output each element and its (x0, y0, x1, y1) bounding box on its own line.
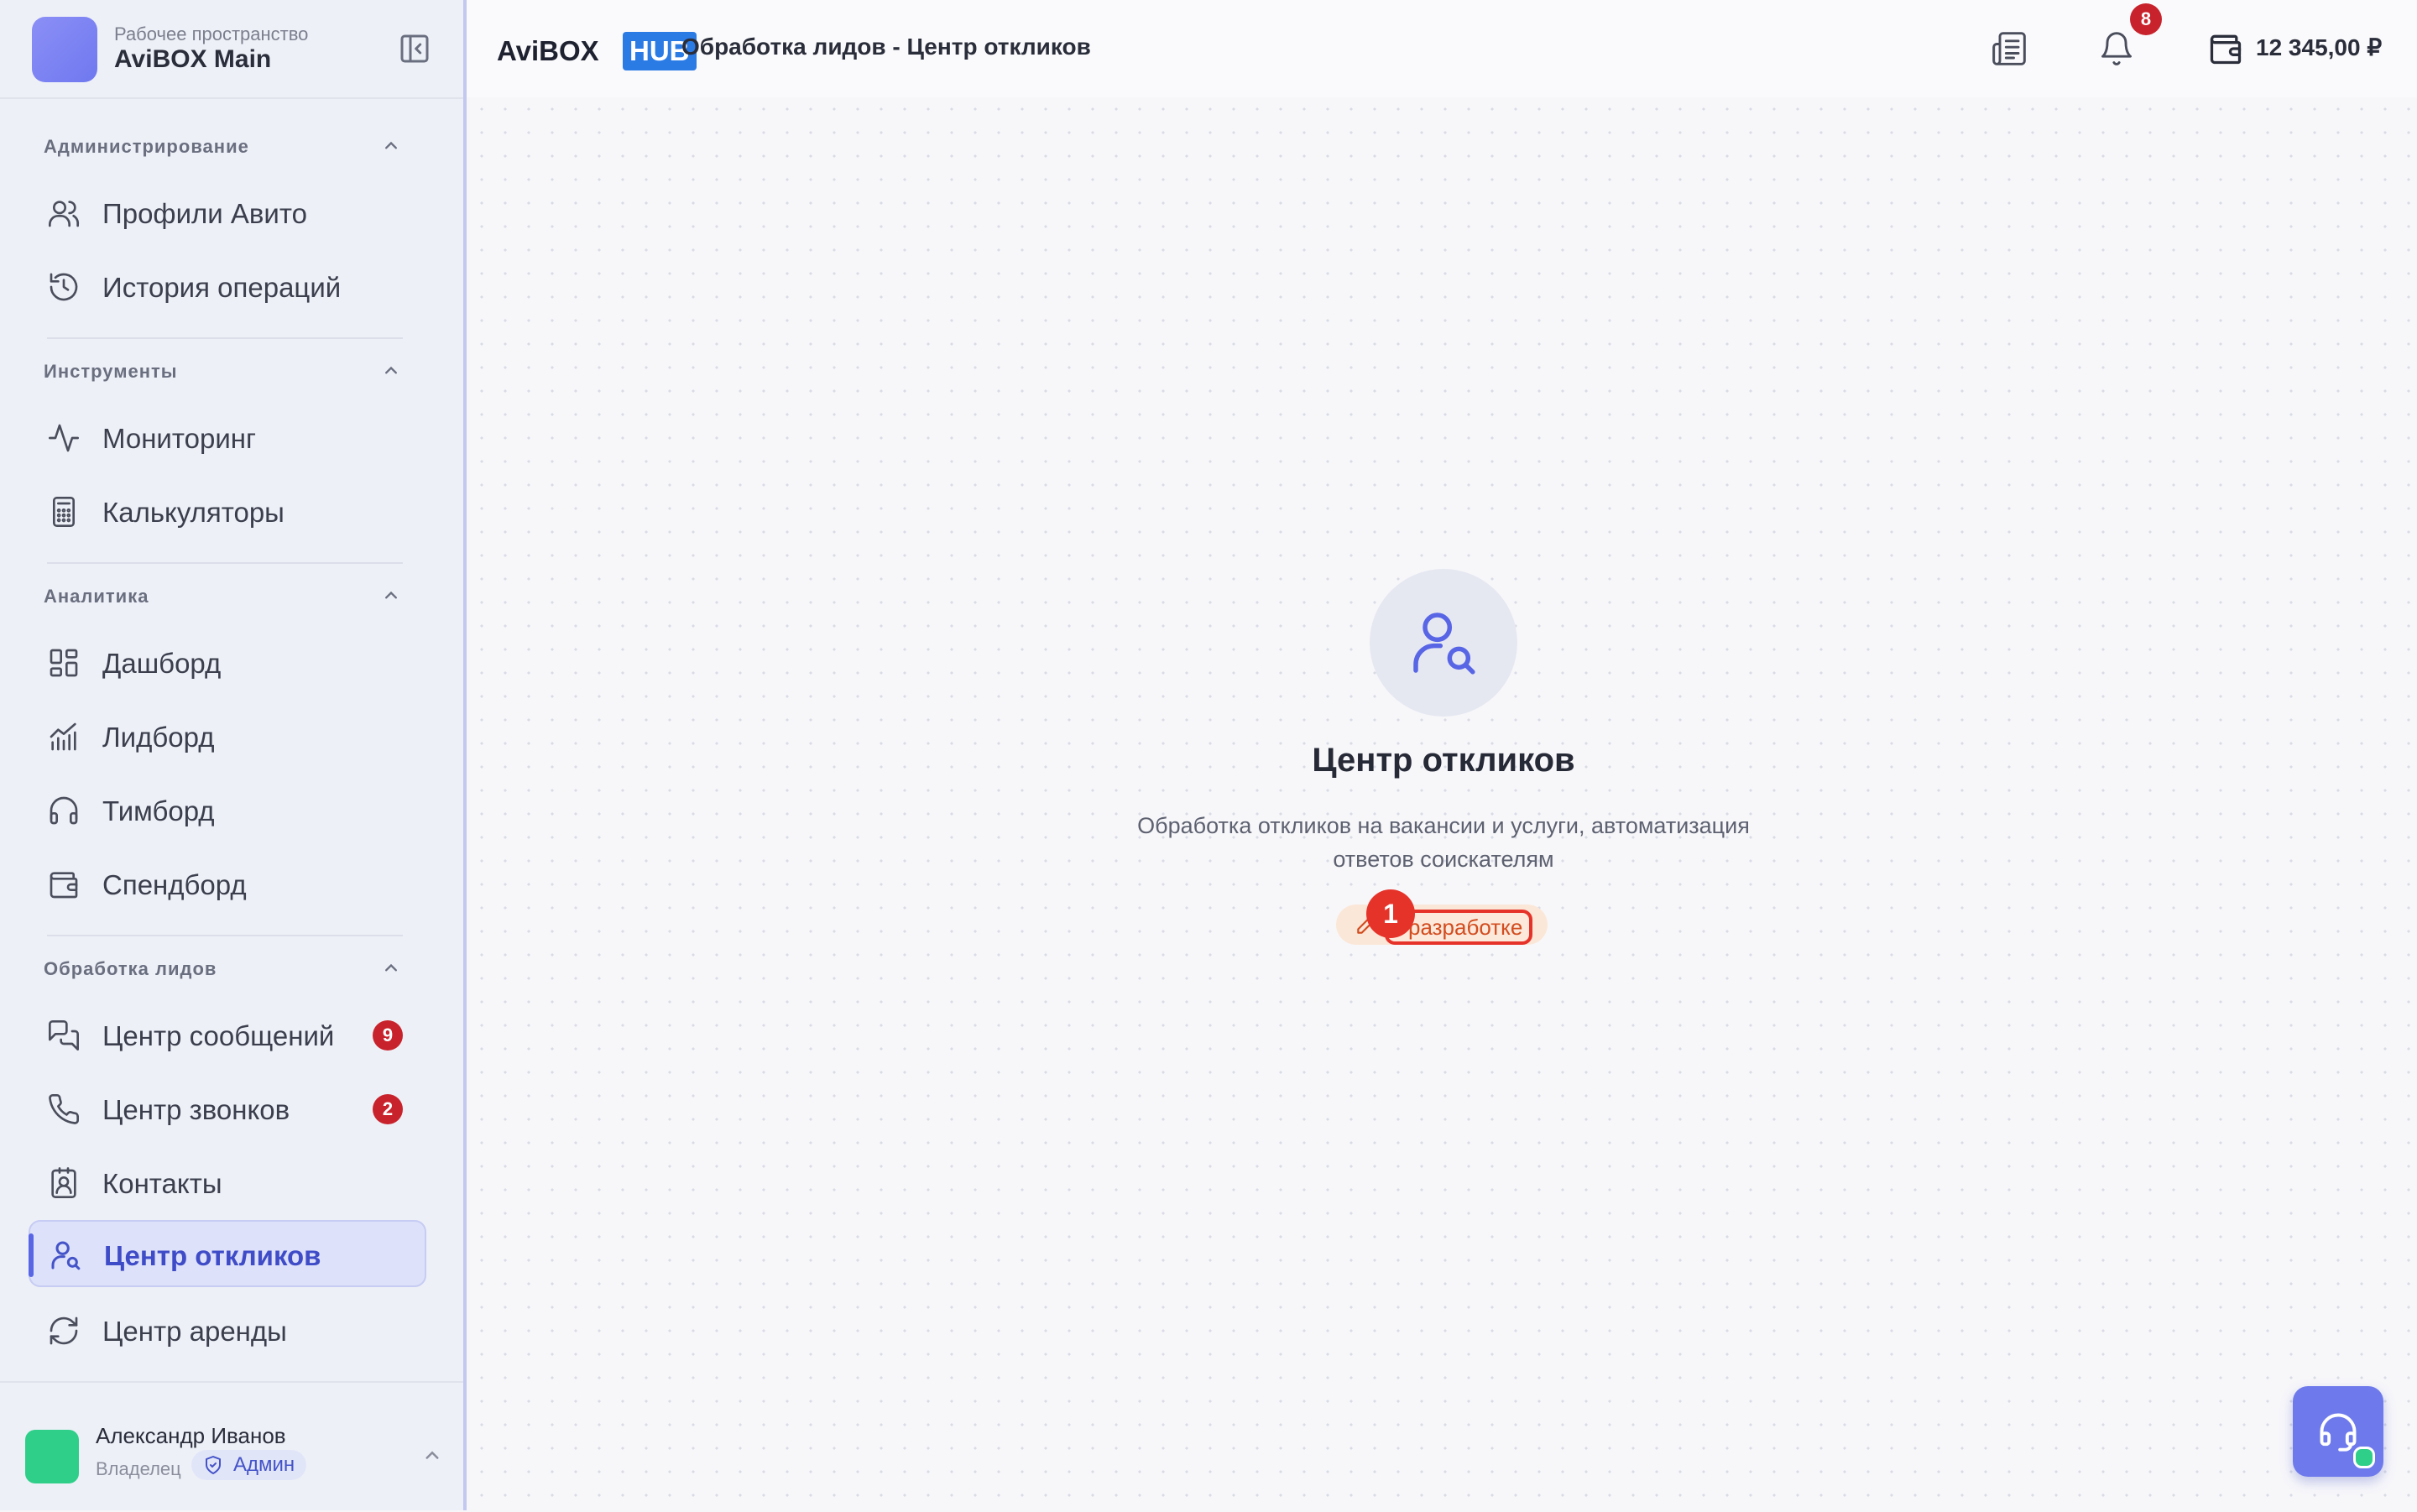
page-title: Обработка лидов - Центр откликов (681, 34, 1091, 60)
divider (47, 935, 403, 936)
sidebar-item-label: Центр аренды (102, 1316, 287, 1347)
sidebar-item-monitoring[interactable]: Мониторинг (29, 404, 426, 472)
sidebar-item-contacts[interactable]: Контакты (29, 1150, 426, 1217)
user-search-icon (1413, 613, 1475, 675)
history-icon (50, 273, 78, 301)
sidebar-item-label: Тимборд (102, 795, 215, 826)
hero-icon-circle (1370, 569, 1517, 717)
sidebar-item-label: Спендборд (102, 869, 247, 900)
user-role: Владелец (96, 1458, 181, 1479)
divider (47, 337, 403, 339)
sidebar-item-calls[interactable]: Центр звонков 2 (29, 1076, 426, 1143)
chevron-up-icon[interactable] (379, 584, 403, 607)
top-bar: AviBOX HUB Обработка лидов - Центр откли… (467, 0, 2417, 97)
sidebar-item-leadboard[interactable]: Лидборд (29, 703, 426, 770)
section-title-analytics: Аналитика (44, 586, 149, 607)
balance-value[interactable]: 12 345,00 ₽ (2256, 34, 2382, 61)
support-button[interactable] (2293, 1386, 2383, 1477)
chevron-up-icon[interactable] (379, 957, 403, 980)
sidebar-item-messages[interactable]: Центр сообщений 9 (29, 1002, 426, 1069)
hero-description: Обработка откликов на вакансии и услуги,… (1108, 809, 1779, 876)
sidebar: Рабочее пространство AviBOX Main Админис… (0, 0, 467, 1510)
online-indicator (2353, 1447, 2375, 1468)
calculator-icon (53, 497, 75, 527)
bell-icon[interactable] (2098, 30, 2135, 67)
avatar (25, 1430, 79, 1483)
sidebar-item-label: Центр звонков (102, 1094, 290, 1125)
sidebar-item-label: Калькуляторы (102, 497, 285, 528)
annotation-marker: 1 (1366, 889, 1415, 938)
wallet-icon[interactable] (2207, 30, 2244, 67)
hero-title: Центр откликов (1312, 742, 1575, 779)
workspace-logo (32, 17, 97, 82)
dashboard-icon (50, 649, 78, 677)
chevron-up-icon[interactable] (379, 134, 403, 158)
headphones-icon (50, 796, 78, 825)
sidebar-item-label: Профили Авито (102, 198, 307, 229)
chevron-up-icon[interactable] (379, 359, 403, 383)
phone-icon (49, 1093, 80, 1124)
sidebar-item-label: Центр откликов (104, 1240, 321, 1271)
collapse-sidebar-icon[interactable] (398, 32, 431, 65)
section-title-administration: Администрирование (44, 136, 249, 157)
sidebar-item-spendboard[interactable]: Спендборд (29, 851, 426, 918)
sidebar-item-history[interactable]: История операций (29, 253, 426, 321)
role-badge: Админ (191, 1450, 307, 1480)
shield-icon (206, 1456, 221, 1474)
sidebar-item-teamboard[interactable]: Тимборд (29, 777, 426, 844)
headset-icon (2320, 1413, 2357, 1452)
news-icon[interactable] (1991, 30, 2028, 67)
sidebar-item-calculators[interactable]: Калькуляторы (29, 478, 426, 545)
sidebar-item-label: Контакты (102, 1168, 222, 1199)
workspace-name: AviBOX Main (114, 45, 272, 73)
sidebar-item-label: Дашборд (102, 648, 222, 679)
contacts-icon (51, 1167, 76, 1198)
user-search-icon (51, 1241, 81, 1270)
chart-icon (50, 722, 76, 751)
workspace-caption: Рабочее пространство (114, 23, 309, 44)
unread-badge: 2 (373, 1094, 403, 1124)
user-menu[interactable]: Александр Иванов Владелец Админ (0, 1381, 463, 1512)
divider (47, 562, 403, 564)
activity-icon (49, 424, 79, 452)
hero-description-line: ответов соискателям (1333, 847, 1554, 872)
sidebar-item-rentals[interactable]: Центр аренды (29, 1297, 426, 1364)
user-name: Александр Иванов (96, 1423, 286, 1448)
brand-name: AviBOX (497, 35, 599, 66)
messages-icon (49, 1020, 79, 1051)
notification-badge: 8 (2130, 3, 2162, 35)
sidebar-item-responses[interactable]: Центр откликов (29, 1220, 426, 1287)
sidebar-item-label: История операций (102, 272, 342, 303)
users-icon (49, 201, 80, 227)
main-content: Центр откликов Обработка откликов на вак… (470, 97, 2417, 1510)
wallet-icon (50, 872, 78, 899)
refresh-icon (50, 1316, 78, 1345)
chevron-up-icon[interactable] (420, 1443, 445, 1468)
section-title-lead-processing: Обработка лидов (44, 958, 217, 979)
sidebar-item-avito-profiles[interactable]: Профили Авито (29, 180, 426, 247)
workspace-header[interactable]: Рабочее пространство AviBOX Main (0, 0, 463, 99)
role-badge-label: Админ (233, 1453, 295, 1476)
sidebar-item-label: Лидборд (102, 722, 215, 753)
section-title-tools: Инструменты (44, 361, 178, 382)
unread-badge: 9 (373, 1020, 403, 1051)
hero-description-line: Обработка откликов на вакансии и услуги,… (1137, 813, 1750, 838)
sidebar-item-label: Центр сообщений (102, 1020, 335, 1051)
sidebar-item-label: Мониторинг (102, 423, 257, 454)
sidebar-item-dashboard[interactable]: Дашборд (29, 629, 426, 696)
